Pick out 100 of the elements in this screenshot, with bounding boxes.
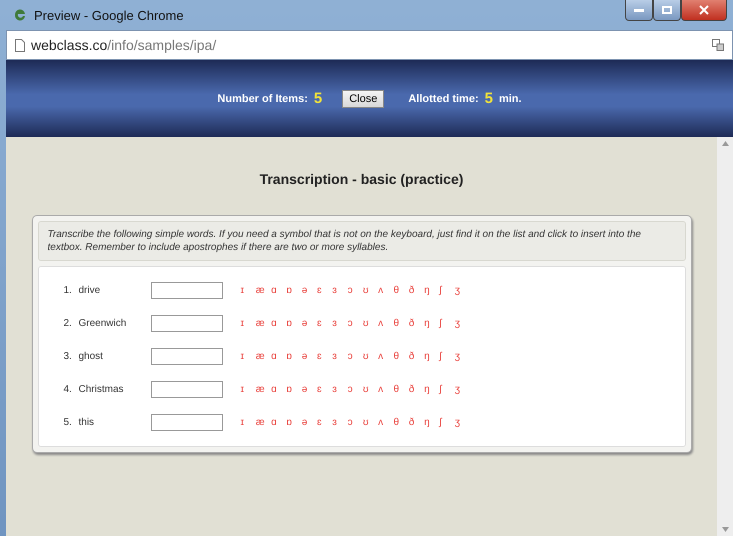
symbol-link[interactable]: ʊ [362,351,378,362]
symbol-link[interactable]: ɜ [332,318,348,329]
answer-field[interactable] [150,414,222,431]
symbol-link[interactable]: ə [302,417,317,428]
symbol-link[interactable]: ɒ [286,318,302,329]
symbol-link[interactable]: ŋ [424,351,440,362]
symbol-link[interactable]: ʊ [362,285,378,296]
symbol-link[interactable]: θ [393,351,409,362]
symbol-link[interactable]: ə [302,285,317,296]
translate-icon[interactable] [712,39,724,51]
symbol-link[interactable]: ŋ [424,318,440,329]
symbol-link[interactable]: ʃ [439,351,455,362]
symbol-link[interactable]: ʒ [454,318,470,329]
symbol-link[interactable]: ɔ [348,417,363,428]
symbol-link[interactable]: æ [256,384,272,395]
symbol-link[interactable]: ə [302,318,317,329]
symbol-link[interactable]: ʊ [362,384,378,395]
symbol-link[interactable]: ɑ [271,417,286,428]
symbol-link[interactable]: ʌ [378,351,394,362]
answer-field[interactable] [150,315,222,332]
symbol-link[interactable]: ɑ [271,351,286,362]
symbol-link[interactable]: ɜ [332,417,348,428]
symbol-link[interactable]: ɔ [348,384,363,395]
symbol-link[interactable]: ʊ [362,318,378,329]
symbol-link[interactable]: θ [393,285,409,296]
symbol-link[interactable]: ð [408,417,424,428]
items-value: 5 [314,90,322,107]
scroll-down-icon[interactable] [722,527,728,532]
symbol-link[interactable]: ð [408,318,424,329]
symbol-link[interactable]: ʌ [378,384,394,395]
symbol-link[interactable]: ŋ [424,417,440,428]
symbol-link[interactable]: ɑ [271,285,286,296]
symbol-link[interactable]: æ [256,351,272,362]
symbol-link[interactable]: ɑ [271,318,286,329]
window-close-button[interactable] [681,0,727,21]
symbol-link[interactable]: ɪ [240,417,256,428]
symbol-link[interactable]: ɔ [348,351,363,362]
scroll-up-icon[interactable] [722,141,728,146]
close-button[interactable]: Close [342,90,384,108]
symbol-link[interactable]: ʒ [454,285,470,296]
time-label: Allotted time: [408,92,479,104]
symbol-link[interactable]: ɜ [332,384,348,395]
symbol-link[interactable]: ɒ [286,417,302,428]
maximize-icon [662,6,672,14]
answer-field[interactable] [150,282,222,299]
instructions-text: Transcribe the following simple words. If you need a symbol that is not on the keyboard, just find it on the list and click to insert into the textbox. Remember to include apostrophes if there are two or more syllables. [38,221,686,261]
symbol-link[interactable]: æ [256,417,272,428]
items-label: Number of Items: [217,92,308,104]
answer-field[interactable] [150,348,222,365]
scrollbar[interactable] [717,137,733,536]
symbol-link[interactable]: ʒ [454,351,470,362]
symbol-link[interactable]: ɜ [332,285,348,296]
symbol-link[interactable]: ɛ [316,318,332,329]
symbol-link[interactable]: ɒ [286,384,302,395]
symbol-link[interactable]: ɔ [348,318,363,329]
symbol-link[interactable]: ɛ [316,285,332,296]
symbol-link[interactable]: θ [393,384,409,395]
answer-field[interactable] [150,381,222,398]
symbol-link[interactable]: ʃ [439,318,455,329]
symbol-link[interactable]: ə [302,351,317,362]
symbol-link[interactable]: ɒ [286,351,302,362]
symbol-link[interactable]: ʃ [439,384,455,395]
symbol-link[interactable]: ə [302,384,317,395]
symbol-link[interactable]: ʒ [454,384,470,395]
symbol-link[interactable]: ʒ [454,417,470,428]
symbol-link[interactable]: ʌ [378,417,394,428]
symbol-link[interactable]: ɜ [332,351,348,362]
symbol-link[interactable]: ɪ [240,384,256,395]
page-icon [15,38,25,52]
symbol-link[interactable]: ɪ [240,318,256,329]
symbol-link[interactable]: ɑ [271,384,286,395]
url-host: webclass.co [31,37,108,53]
symbol-link[interactable]: ð [408,384,424,395]
symbol-link[interactable]: ɛ [316,351,332,362]
symbol-link[interactable]: ŋ [424,384,440,395]
symbol-link[interactable]: θ [393,417,409,428]
minimize-button[interactable] [625,0,653,21]
symbol-link[interactable]: ʌ [378,318,394,329]
item-word: Greenwich [78,318,128,329]
symbol-link[interactable]: ɒ [286,285,302,296]
symbol-link[interactable]: æ [256,285,272,296]
symbol-link[interactable]: ʃ [439,417,455,428]
symbol-link[interactable]: ɪ [240,351,256,362]
item-number: 3. [64,351,73,362]
symbol-link[interactable]: ŋ [424,285,440,296]
symbol-link[interactable]: ð [408,351,424,362]
symbol-link[interactable]: ɔ [348,285,363,296]
symbol-link[interactable]: ʌ [378,285,394,296]
symbol-link[interactable]: ʃ [439,285,455,296]
item-word: this [78,417,96,428]
symbol-link[interactable]: ɪ [240,285,256,296]
item-word: Christmas [78,384,125,395]
symbol-link[interactable]: ɛ [316,417,332,428]
item-number: 1. [64,285,73,296]
symbol-link[interactable]: θ [393,318,409,329]
symbol-link[interactable]: ʊ [362,417,378,428]
maximize-button[interactable] [653,0,681,21]
symbol-link[interactable]: æ [256,318,272,329]
symbol-link[interactable]: ɛ [316,384,332,395]
symbol-link[interactable]: ð [408,285,424,296]
